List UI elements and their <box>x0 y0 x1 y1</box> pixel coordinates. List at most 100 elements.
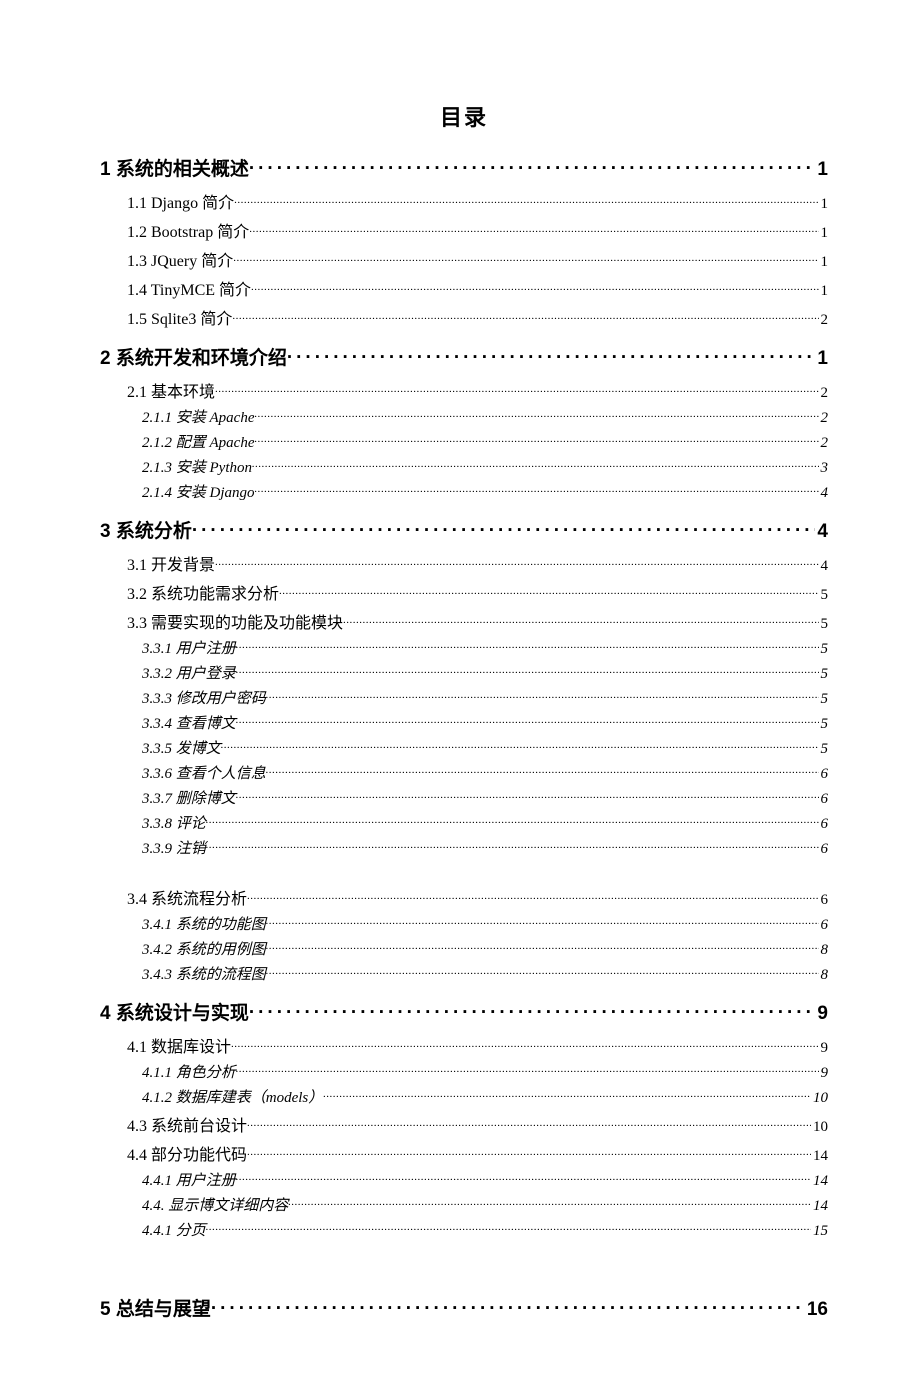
toc-leader <box>232 308 818 324</box>
toc-entry-label: 3.4.2 系统的用例图 <box>142 938 266 959</box>
toc-leader <box>215 554 818 570</box>
toc-entry-label: 1.3 JQuery 简介 <box>127 247 233 271</box>
toc-leader <box>266 964 819 979</box>
toc-leader <box>247 1115 811 1131</box>
toc-entry-label: 2.1.3 安装 Python <box>142 456 252 477</box>
toc-entry[interactable]: 3.1 开发背景 4 <box>127 551 828 575</box>
toc-entry[interactable]: 1.1 Django 简介1 <box>127 189 828 213</box>
toc-entry-label: 1.2 Bootstrap 简介 <box>127 218 249 242</box>
toc-gap <box>100 1244 828 1280</box>
toc-entry[interactable]: 2.1.3 安装 Python 3 <box>142 456 828 477</box>
toc-entry[interactable]: 2.1.2 配置 Apache2 <box>142 431 828 452</box>
toc-entry[interactable]: 1.4 TinyMCE 简介1 <box>127 276 828 300</box>
toc-entry[interactable]: 4.1 数据库设计9 <box>127 1033 828 1057</box>
toc-entry[interactable]: 1 系统的相关概述1 <box>100 154 828 181</box>
toc-entry[interactable]: 4 系统设计与实现9 <box>100 998 828 1025</box>
toc-entry-label: 2.1 基本环境 <box>127 378 215 402</box>
toc-entry-page: 1 <box>815 348 828 370</box>
toc-entry-page: 14 <box>811 1148 828 1165</box>
toc-entry[interactable]: 4.4.1 分页 15 <box>142 1219 828 1240</box>
toc-entry-page: 3 <box>819 460 829 477</box>
toc-entry[interactable]: 4.4 部分功能代码 14 <box>127 1141 828 1165</box>
toc-entry-page: 6 <box>819 841 829 858</box>
toc-leader <box>266 914 819 929</box>
toc-entry[interactable]: 3.3.4 查看博文5 <box>142 712 828 733</box>
toc-entry-label: 3.3.2 用户登录 <box>142 662 236 683</box>
toc-entry-label: 3.3.8 评论 <box>142 812 206 833</box>
toc-entry[interactable]: 4.4. 显示博文详细内容14 <box>142 1194 828 1215</box>
toc-entry[interactable]: 3.3.1 用户注册5 <box>142 637 828 658</box>
toc-leader <box>231 1036 818 1052</box>
toc-entry-page: 9 <box>819 1040 829 1057</box>
toc-entry-page: 2 <box>819 410 829 427</box>
toc-entry[interactable]: 3.3.3 修改用户密码5 <box>142 687 828 708</box>
toc-entry[interactable]: 4.1.2 数据库建表（models）10 <box>142 1086 828 1107</box>
toc-leader <box>251 279 818 295</box>
toc-leader <box>247 1144 811 1160</box>
toc-entry-label: 3.1 开发背景 <box>127 551 215 575</box>
toc-entry-label: 1.1 Django 简介 <box>127 189 234 213</box>
toc-leader <box>254 432 818 447</box>
toc-entry[interactable]: 4.3 系统前台设计10 <box>127 1112 828 1136</box>
toc-entry[interactable]: 2 系统开发和环境介绍 1 <box>100 343 828 370</box>
toc-entry-label: 2 系统开发和环境介绍 <box>100 343 287 370</box>
toc-entry-page: 1 <box>819 225 829 242</box>
toc-entry-page: 14 <box>811 1173 828 1190</box>
toc-entry[interactable]: 3.3 需要实现的功能及功能模块5 <box>127 609 828 633</box>
toc-entry[interactable]: 3.3.8 评论6 <box>142 812 828 833</box>
toc-leader <box>236 1062 819 1077</box>
toc-leader <box>266 763 819 778</box>
toc-leader <box>236 788 819 803</box>
toc-leader <box>279 583 818 599</box>
toc-leader <box>247 888 818 904</box>
toc-entry[interactable]: 3.3.2 用户登录5 <box>142 662 828 683</box>
toc-leader <box>266 939 819 954</box>
toc-entry[interactable]: 3.3.7 删除博文 6 <box>142 787 828 808</box>
toc-entry[interactable]: 3.4.1 系统的功能图6 <box>142 913 828 934</box>
toc-entry[interactable]: 1.2 Bootstrap 简介 1 <box>127 218 828 242</box>
toc-leader <box>221 738 819 753</box>
toc-leader <box>236 638 819 653</box>
toc-leader <box>206 1220 811 1235</box>
toc-entry-label: 4.4 部分功能代码 <box>127 1141 247 1165</box>
toc-entry[interactable]: 1.3 JQuery 简介 1 <box>127 247 828 271</box>
toc-entry[interactable]: 5 总结与展望16 <box>100 1294 828 1321</box>
toc-leader <box>236 663 819 678</box>
toc-entry-page: 1 <box>819 254 829 271</box>
toc-entry-page: 15 <box>811 1223 828 1240</box>
toc-entry-label: 4.1.2 数据库建表（models） <box>142 1086 323 1107</box>
toc-entry[interactable]: 2.1.1 安装 Apache2 <box>142 406 828 427</box>
toc-entry-page: 14 <box>811 1198 828 1215</box>
toc-entry-label: 3.4.3 系统的流程图 <box>142 963 266 984</box>
toc-entry-label: 4.4.1 分页 <box>142 1219 206 1240</box>
toc-entry-label: 2.1.4 安装 Django <box>142 481 255 502</box>
toc-leader <box>206 838 819 853</box>
toc-entry-page: 5 <box>819 587 829 604</box>
toc-leader <box>233 250 818 266</box>
toc-leader <box>211 1296 805 1315</box>
toc-entry-page: 6 <box>819 791 829 808</box>
toc-entry[interactable]: 4.4.1 用户注册14 <box>142 1169 828 1190</box>
toc-entry[interactable]: 3.3.6 查看个人信息6 <box>142 762 828 783</box>
toc-entry-label: 3.3.7 删除博文 <box>142 787 236 808</box>
toc-entry[interactable]: 4.1.1 角色分析9 <box>142 1061 828 1082</box>
toc-gap <box>100 862 828 880</box>
toc-entry[interactable]: 1.5 Sqlite3 简介2 <box>127 305 828 329</box>
toc-entry-page: 6 <box>819 892 829 909</box>
toc-entry[interactable]: 3.4.3 系统的流程图8 <box>142 963 828 984</box>
toc-entry[interactable]: 2.1.4 安装 Django4 <box>142 481 828 502</box>
toc-entry[interactable]: 3.2 系统功能需求分析5 <box>127 580 828 604</box>
toc-entry[interactable]: 3.3.9 注销6 <box>142 837 828 858</box>
toc-entry[interactable]: 3 系统分析4 <box>100 516 828 543</box>
toc-entry[interactable]: 3.4 系统流程分析 6 <box>127 885 828 909</box>
toc-entry[interactable]: 3.3.5 发博文5 <box>142 737 828 758</box>
toc-entry-page: 9 <box>819 1065 829 1082</box>
toc-entry-page: 1 <box>819 283 829 300</box>
toc-entry-page: 4 <box>819 558 829 575</box>
toc-entry[interactable]: 2.1 基本环境2 <box>127 378 828 402</box>
toc-entry[interactable]: 3.4.2 系统的用例图8 <box>142 938 828 959</box>
toc-entry-page: 1 <box>815 159 828 181</box>
toc-entry-page: 4 <box>815 521 828 543</box>
toc-entry-page: 2 <box>819 435 829 452</box>
toc-entry-label: 3.4 系统流程分析 <box>127 885 247 909</box>
